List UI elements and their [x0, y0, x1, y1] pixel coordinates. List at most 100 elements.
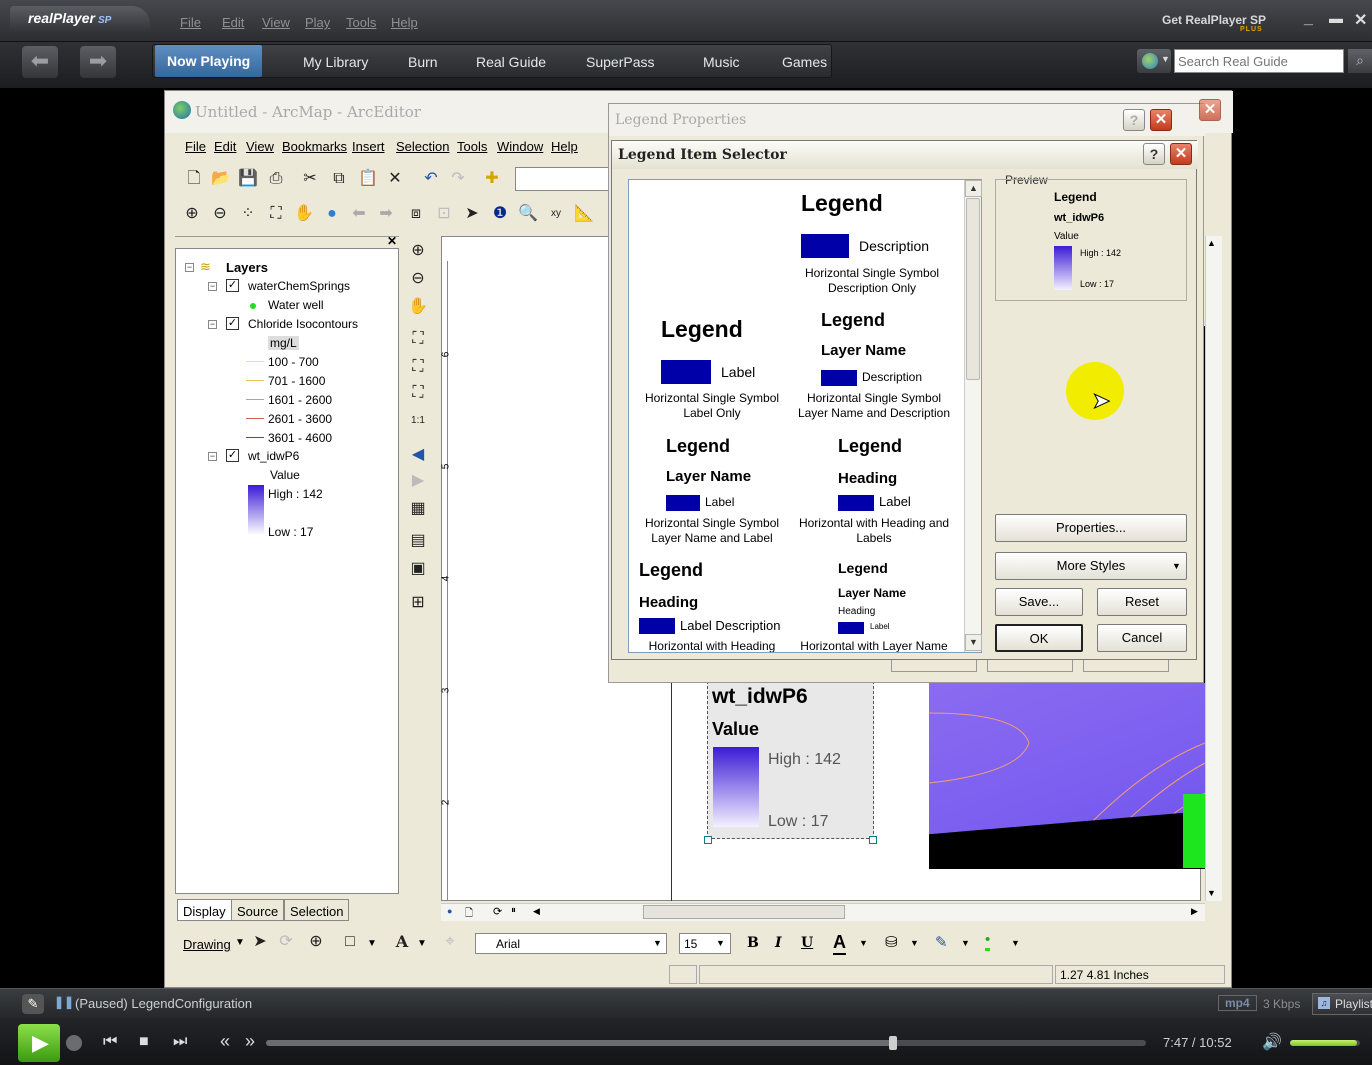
help-icon[interactable]: ?: [1143, 143, 1165, 165]
selection-handle[interactable]: [869, 836, 877, 844]
scroll-thumb[interactable]: [643, 905, 845, 919]
fixed-zoom-icon[interactable]: ⛶: [407, 356, 429, 378]
paste-icon[interactable]: 📋: [357, 168, 379, 190]
minimize-icon[interactable]: _: [1304, 10, 1313, 28]
forward-extent-icon[interactable]: ➡: [375, 203, 397, 225]
zoom-in-icon[interactable]: ⊕: [181, 203, 203, 225]
layout-vertical-scrollbar[interactable]: [1205, 236, 1222, 901]
new-document-icon[interactable]: 🗋: [183, 168, 205, 190]
scroll-right-icon[interactable]: ▶: [1191, 906, 1198, 917]
seek-bar[interactable]: [266, 1040, 1146, 1046]
measure-icon[interactable]: 📐: [573, 203, 595, 225]
toc-close-icon[interactable]: ✕: [387, 234, 397, 248]
layer-chloride-isocontours[interactable]: Chloride Isocontours: [248, 317, 358, 331]
close-icon[interactable]: ✕: [1199, 99, 1221, 121]
scroll-left-icon[interactable]: ◀: [533, 906, 540, 917]
select-features-icon[interactable]: ⧈: [405, 203, 427, 225]
identify-icon[interactable]: ❶: [489, 203, 511, 225]
menu-play[interactable]: Play: [305, 15, 330, 30]
rewind-icon[interactable]: «: [220, 1031, 230, 1052]
layer-checkbox[interactable]: ✓: [226, 279, 239, 292]
menu-view[interactable]: View: [262, 15, 290, 30]
zoom-100-icon[interactable]: 1:1: [407, 410, 429, 432]
fixed-zoom-in-icon[interactable]: ⁘: [237, 203, 259, 225]
legend-style-item[interactable]: Legend Layer Name Description Horizontal…: [791, 308, 959, 428]
zoom-whole-page-icon[interactable]: ⛶: [407, 328, 429, 350]
legend-style-item[interactable]: Legend Description Horizontal Single Sym…: [789, 180, 981, 300]
save-button[interactable]: Save...: [995, 588, 1083, 616]
focus-data-frame-icon[interactable]: ▣: [407, 558, 429, 580]
tab-burn[interactable]: Burn: [408, 54, 438, 70]
tab-display[interactable]: Display: [177, 899, 232, 921]
scroll-down-icon[interactable]: ▼: [965, 634, 982, 651]
collapse-icon[interactable]: −: [208, 452, 217, 461]
layout-zoom-in-icon[interactable]: ⊕: [407, 240, 429, 262]
drawing-menu[interactable]: Drawing: [183, 937, 231, 952]
arc-menu-bookmarks[interactable]: Bookmarks: [282, 139, 347, 154]
delete-icon[interactable]: ✕: [384, 168, 406, 190]
arc-menu-help[interactable]: Help: [551, 139, 578, 154]
legend-style-item[interactable]: Legend Heading Label Description Horizon…: [629, 560, 795, 652]
cancel-button[interactable]: Cancel: [1097, 624, 1187, 652]
arc-menu-tools[interactable]: Tools: [457, 139, 487, 154]
arc-menu-file[interactable]: File: [185, 139, 206, 154]
layer-checkbox[interactable]: ✓: [226, 317, 239, 330]
fast-forward-icon[interactable]: »: [245, 1031, 255, 1052]
fill-color-icon[interactable]: ⛁: [885, 933, 898, 951]
fixed-zoom-out-icon[interactable]: ⛶: [265, 203, 287, 225]
cut-icon[interactable]: ✂: [299, 168, 321, 190]
print-icon[interactable]: ⎙: [265, 168, 287, 190]
arc-menu-selection[interactable]: Selection: [396, 139, 449, 154]
layout-pan-icon[interactable]: ✋: [407, 296, 429, 318]
seek-thumb[interactable]: [889, 1036, 898, 1050]
legend-style-item[interactable]: Legend Heading Label Horizontal with Hea…: [791, 434, 959, 545]
go-to-xy-icon[interactable]: xy: [545, 203, 567, 225]
arc-menu-insert[interactable]: Insert: [352, 139, 385, 154]
selection-handle[interactable]: [704, 836, 712, 844]
add-data-icon[interactable]: ✚: [481, 168, 503, 190]
search-icon[interactable]: ⌕: [1348, 49, 1372, 73]
toggle-draft-icon[interactable]: ▤: [407, 530, 429, 552]
close-icon[interactable]: ✕: [1150, 109, 1172, 131]
zoom-out-icon[interactable]: ⊖: [209, 203, 231, 225]
chevron-down-icon[interactable]: ▼: [1011, 938, 1020, 948]
tab-music[interactable]: Music: [703, 54, 740, 70]
layer-water-chem-springs[interactable]: waterChemSprings: [248, 279, 350, 293]
copy-icon[interactable]: ⧉: [328, 168, 350, 190]
legend-style-item[interactable]: Legend Label Horizontal Single Symbol La…: [629, 308, 795, 428]
go-back-extent-icon[interactable]: ◀: [407, 444, 429, 466]
tab-source[interactable]: Source: [231, 899, 285, 921]
rotate-icon[interactable]: ⟳: [275, 931, 297, 953]
open-icon[interactable]: 📂: [210, 168, 232, 190]
forward-arrow-icon[interactable]: ➡: [80, 46, 116, 78]
toc-root-layers[interactable]: Layers: [226, 260, 268, 275]
ok-button[interactable]: OK: [995, 624, 1083, 652]
previous-track-icon[interactable]: ⏮: [103, 1033, 117, 1051]
record-icon[interactable]: [66, 1035, 82, 1051]
redo-icon[interactable]: ↷: [447, 168, 469, 190]
scale-combo[interactable]: [515, 167, 610, 191]
layer-checkbox[interactable]: ✓: [226, 449, 239, 462]
properties-button[interactable]: Properties...: [995, 514, 1187, 542]
arc-menu-window[interactable]: Window: [497, 139, 543, 154]
arc-menu-view[interactable]: View: [246, 139, 274, 154]
chevron-down-icon[interactable]: ▼: [653, 938, 662, 948]
chevron-down-icon[interactable]: ▼: [367, 938, 377, 949]
reset-button[interactable]: Reset: [1097, 588, 1187, 616]
realplayer-logo[interactable]: realPlayer SP: [10, 6, 150, 34]
chevron-down-icon[interactable]: ▼: [961, 938, 970, 948]
search-provider-button[interactable]: ▼: [1137, 49, 1171, 73]
scroll-thumb[interactable]: [966, 198, 980, 380]
scroll-down-icon[interactable]: ▼: [1207, 888, 1216, 898]
save-icon[interactable]: 💾: [237, 168, 259, 190]
chevron-down-icon[interactable]: ▼: [910, 938, 919, 948]
clear-selection-icon[interactable]: ⊡: [433, 203, 455, 225]
font-color-button[interactable]: A: [833, 932, 846, 955]
marker-color-icon[interactable]: •: [985, 931, 991, 951]
zoom-to-selected-icon[interactable]: ⊕: [305, 931, 327, 953]
maximize-icon[interactable]: ▬: [1329, 10, 1343, 26]
find-icon[interactable]: 🔍: [517, 203, 539, 225]
volume-icon[interactable]: 🔊: [1262, 1032, 1282, 1052]
data-view-icon[interactable]: ●: [447, 906, 452, 916]
bold-button[interactable]: B: [747, 935, 759, 951]
